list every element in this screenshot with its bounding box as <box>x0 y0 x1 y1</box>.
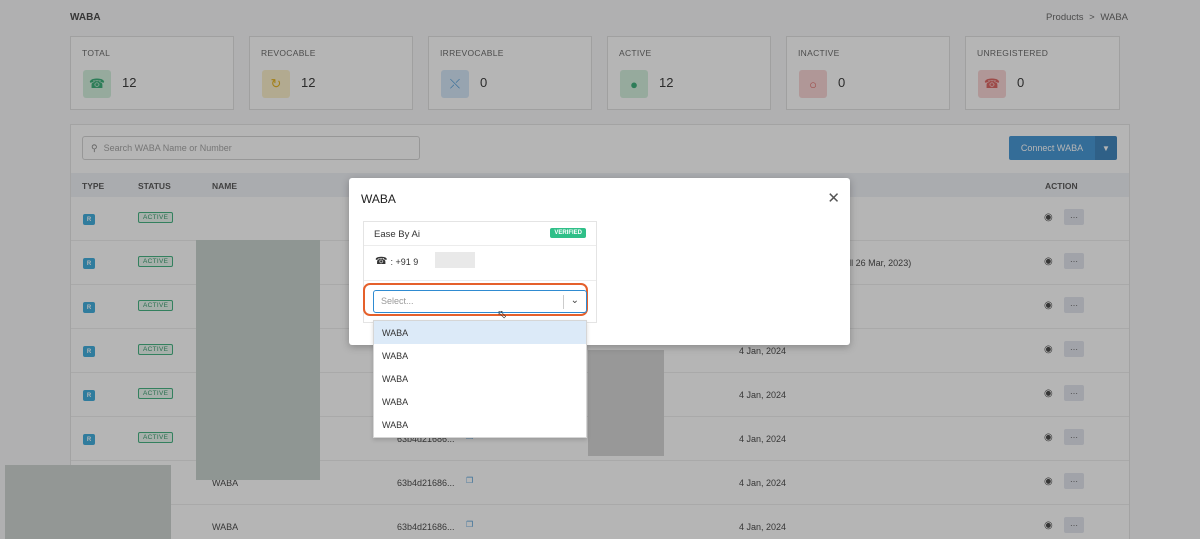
divider <box>364 245 596 246</box>
divider <box>364 280 596 281</box>
chevron-down-icon[interactable]: ⌄ <box>571 295 579 306</box>
dropdown-option[interactable]: WABA <box>374 413 586 436</box>
waba-select[interactable]: Select... ⌄ <box>373 290 587 313</box>
select-dropdown: WABA WABA WABA WABA WABA <box>373 320 587 438</box>
select-placeholder: Select... <box>381 296 414 306</box>
dropdown-option[interactable]: WABA <box>374 367 586 390</box>
phone-text: : +91 9 <box>390 256 419 267</box>
dropdown-option[interactable]: WABA <box>374 344 586 367</box>
close-icon[interactable]: ✕ <box>827 189 840 207</box>
dropdown-option[interactable]: WABA <box>374 390 586 413</box>
modal-title: WABA <box>361 192 396 206</box>
account-name: Ease By Ai <box>374 229 420 240</box>
whatsapp-icon: ☎ <box>375 256 388 267</box>
dropdown-option[interactable]: WABA <box>374 321 586 344</box>
verified-badge: VERIFIED <box>550 228 586 238</box>
redaction-block <box>435 252 475 268</box>
divider <box>563 295 564 309</box>
mouse-cursor-icon: ⬁ <box>497 307 508 321</box>
account-phone: ☎ : +91 9 <box>375 256 418 267</box>
